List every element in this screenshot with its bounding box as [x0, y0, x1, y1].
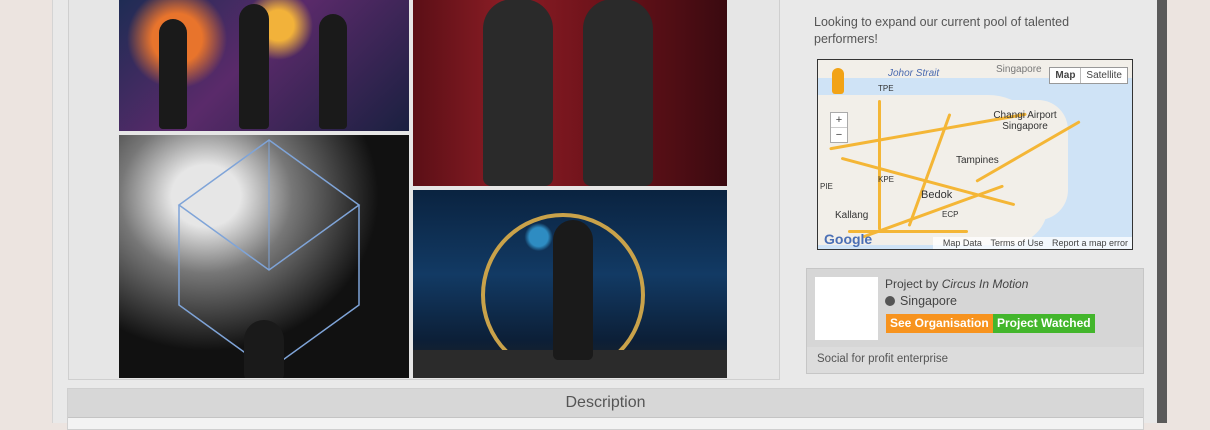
map-label: Kallang	[835, 210, 869, 221]
gallery-photo-jugglers[interactable]	[413, 0, 727, 186]
map-label: Johor Strait	[888, 68, 940, 79]
map-label: Singapore	[996, 64, 1042, 75]
project-summary: Looking to expand our current pool of ta…	[814, 15, 1070, 46]
map-label: Bedok	[921, 189, 953, 201]
photo-gallery	[68, 0, 780, 380]
map-type-map-button[interactable]: Map	[1050, 68, 1082, 83]
map-label: Changi Airport Singapore	[993, 110, 1057, 132]
map-label: PIE	[820, 182, 833, 191]
project-by-line: Project by Circus In Motion	[885, 277, 1028, 291]
terms-of-use-link[interactable]: Terms of Use	[990, 238, 1043, 248]
gallery-photo-ring-performer[interactable]	[413, 190, 727, 378]
organisation-type: Social for profit enterprise	[817, 353, 949, 365]
map-label: TPE	[878, 84, 894, 93]
description-panel: Description	[67, 388, 1144, 430]
map-type-toggle: Map Satellite	[1049, 67, 1128, 84]
organisation-name-link[interactable]: Circus In Motion	[942, 277, 1029, 291]
map-zoom-control: + −	[830, 112, 848, 143]
organisation-card: Project by Circus In Motion Singapore Se…	[806, 268, 1144, 374]
description-header: Description	[68, 389, 1143, 418]
map-label: Tampines	[956, 155, 999, 166]
location-text: Singapore	[900, 294, 957, 308]
map-data-link[interactable]: Map Data	[943, 238, 982, 248]
location-map[interactable]: + − Map Satellite Johor Strait Singapore…	[817, 59, 1133, 250]
globe-icon	[885, 296, 895, 306]
gallery-photo-fire-dancers[interactable]	[119, 0, 409, 131]
zoom-out-button[interactable]: −	[831, 128, 847, 142]
google-logo[interactable]: Google	[824, 231, 872, 247]
map-type-satellite-button[interactable]: Satellite	[1081, 68, 1127, 83]
gallery-photo-cube-performer[interactable]	[119, 135, 409, 378]
zoom-in-button[interactable]: +	[831, 113, 847, 128]
project-by-prefix: Project by	[885, 277, 939, 291]
page-edge-shadow	[1157, 0, 1167, 423]
street-view-pegman-icon[interactable]	[832, 68, 844, 94]
map-footer: Map Data Terms of Use Report a map error	[932, 237, 1132, 249]
see-organisation-button[interactable]: See Organisation	[886, 314, 993, 333]
report-map-error-link[interactable]: Report a map error	[1052, 238, 1128, 248]
organisation-logo[interactable]	[815, 277, 878, 340]
map-label: ECP	[942, 210, 959, 219]
organisation-location: Singapore	[885, 294, 957, 308]
organisation-card-header: Project by Circus In Motion Singapore Se…	[807, 269, 1143, 347]
map-label: KPE	[878, 175, 895, 184]
project-watched-button[interactable]: Project Watched	[993, 314, 1095, 333]
